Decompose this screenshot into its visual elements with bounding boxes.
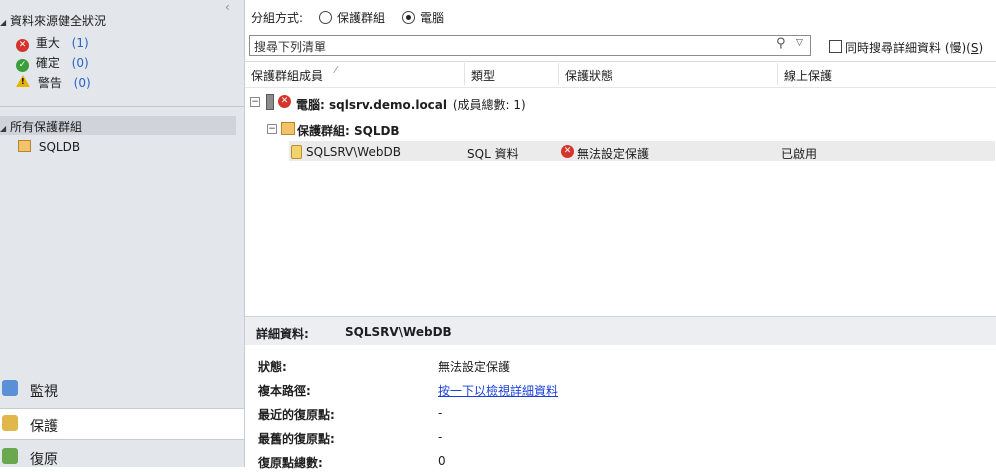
column-header-type[interactable]: 類型: [471, 67, 495, 84]
protection-icon: [2, 415, 18, 431]
collapse-pane-icon[interactable]: ‹: [225, 0, 230, 14]
radio-protection-group[interactable]: [319, 11, 332, 24]
column-header-member[interactable]: 保護群組成員: [251, 67, 323, 84]
detail-label-status: 狀態:: [258, 360, 287, 374]
detail-value-total-points: 0: [438, 454, 446, 468]
column-separator[interactable]: [777, 63, 778, 85]
column-header-online[interactable]: 線上保護: [784, 67, 832, 84]
details-label: 詳細資料:: [256, 327, 309, 341]
nav-recovery[interactable]: 復原: [0, 442, 244, 472]
radio-computer-label[interactable]: 電腦: [420, 9, 444, 26]
health-section-title[interactable]: ◢ 資料來源健全狀況: [0, 12, 106, 29]
collapse-computer-icon[interactable]: −: [250, 97, 260, 107]
expand-triangle-icon[interactable]: ◢: [0, 18, 6, 27]
sidebar-item-sqldb[interactable]: SQLDB: [18, 139, 80, 154]
warning-icon: !: [16, 75, 30, 87]
expand-triangle-icon[interactable]: ◢: [0, 124, 6, 133]
cell-status: 無法設定保護: [577, 147, 650, 161]
search-icon[interactable]: ⚲: [776, 36, 786, 51]
detail-label-latest-point: 最近的復原點:: [258, 408, 335, 422]
recovery-icon: [2, 448, 18, 464]
server-icon: [266, 94, 274, 110]
ok-icon: ✓: [16, 59, 29, 72]
health-ok-item[interactable]: ✓ 確定 (0): [16, 54, 89, 72]
protection-group-row[interactable]: 保護群組: SQLDB: [297, 122, 400, 139]
column-header-status[interactable]: 保護狀態: [565, 67, 613, 84]
radio-protection-group-label[interactable]: 保護群組: [337, 9, 385, 26]
also-search-details-checkbox[interactable]: [829, 40, 842, 53]
computer-group-row[interactable]: 電腦: sqlsrv.demo.local (成員總數: 1): [296, 96, 526, 113]
collapse-group-icon[interactable]: −: [267, 124, 277, 134]
detail-value-latest-point: -: [438, 406, 443, 420]
all-protection-groups[interactable]: ◢ 所有保護群組: [0, 118, 82, 135]
nav-protection[interactable]: 保護: [0, 408, 244, 440]
monitor-icon: [2, 380, 18, 396]
search-box[interactable]: 搜尋下列清單 ⚲ ▽: [249, 35, 811, 56]
detail-label-total-points: 復原點總數:: [258, 456, 323, 470]
details-title: SQLSRV\WebDB: [345, 325, 452, 339]
error-icon: ✕: [561, 145, 574, 158]
sort-indicator-icon: ⁄: [335, 65, 337, 76]
chevron-down-icon[interactable]: ▽: [796, 38, 803, 48]
detail-value-oldest-point: -: [438, 430, 443, 444]
detail-value-status: 無法設定保護: [438, 360, 511, 374]
nav-monitor[interactable]: 監視: [0, 374, 244, 404]
health-warning-item[interactable]: ! 警告 (0): [16, 74, 91, 91]
group-by-label: 分組方式:: [251, 11, 304, 25]
detail-label-replica-path: 複本路徑:: [258, 384, 311, 398]
search-input[interactable]: 搜尋下列清單: [254, 38, 326, 55]
error-icon: ✕: [278, 95, 291, 108]
cell-type: SQL 資料: [467, 147, 519, 161]
detail-label-oldest-point: 最舊的復原點:: [258, 432, 335, 446]
cell-online: 已啟用: [781, 147, 818, 161]
cell-member: SQLSRV\WebDB: [306, 145, 401, 159]
also-search-details-label[interactable]: 同時搜尋詳細資料 (慢)(S): [845, 39, 983, 56]
view-details-link[interactable]: 按一下以檢視詳細資料: [438, 382, 558, 399]
column-separator[interactable]: [464, 63, 465, 85]
protection-group-icon: [281, 122, 295, 135]
error-icon: ✕: [16, 39, 29, 52]
radio-computer[interactable]: [402, 11, 415, 24]
main-pane: 分組方式: 保護群組 電腦 搜尋下列清單 ⚲ ▽ 同時搜尋詳細資料 (慢)(S)…: [245, 0, 996, 470]
health-critical-item[interactable]: ✕ 重大 (1): [16, 34, 89, 52]
navigation-pane: ‹ ◢ 資料來源健全狀況 ✕ 重大 (1) ✓ 確定 (0) ! 警告 (0) …: [0, 0, 245, 468]
divider: [0, 106, 244, 107]
database-icon: [291, 145, 302, 159]
column-separator[interactable]: [558, 63, 559, 85]
table-header: [245, 61, 996, 88]
protection-group-icon: [18, 140, 31, 152]
